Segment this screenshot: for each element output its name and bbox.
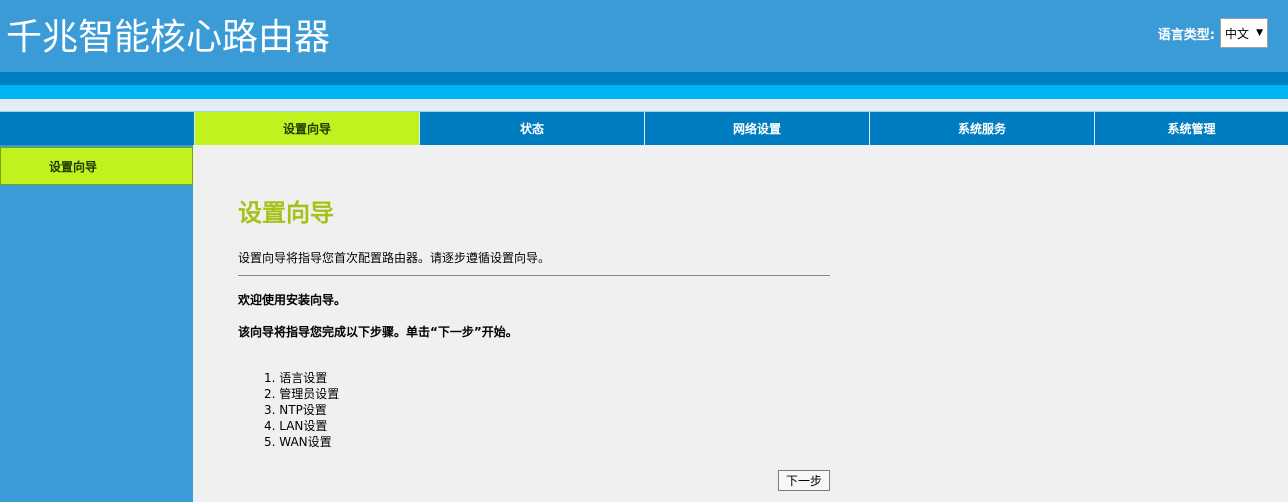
- tab-label: 系统服务: [957, 122, 1006, 136]
- app-title: 千兆智能核心路由器: [6, 17, 331, 58]
- tab-setup-wizard[interactable]: 设置向导: [194, 112, 419, 145]
- language-selector-group: 语言类型: 中文 ▼: [1158, 18, 1268, 48]
- language-select[interactable]: 中文 ▼: [1220, 18, 1268, 48]
- tab-label: 状态: [519, 122, 544, 136]
- sidebar: 设置向导: [0, 145, 193, 502]
- sidebar-item-setup-wizard[interactable]: 设置向导: [0, 147, 193, 185]
- list-item: 3. NTP设置: [264, 403, 327, 417]
- next-button[interactable]: 下一步: [778, 470, 830, 491]
- header-band-light: [0, 85, 1288, 99]
- tab-status[interactable]: 状态: [419, 112, 644, 145]
- header-band-dark: [0, 72, 1288, 85]
- list-item: 5. WAN设置: [264, 435, 332, 449]
- chevron-down-icon: ▼: [1256, 28, 1263, 38]
- tab-system-management[interactable]: 系统管理: [1094, 112, 1288, 145]
- guide-text: 该向导将指导您完成以下步骤。单击“下一步”开始。: [238, 325, 518, 339]
- header: 千兆智能核心路由器 语言类型: 中文 ▼: [0, 0, 1288, 72]
- tab-label: 设置向导: [282, 122, 331, 136]
- welcome-text: 欢迎使用安装向导。: [238, 293, 347, 307]
- main-nav: 设置向导 状态 网络设置 系统服务 系统管理: [0, 111, 1288, 145]
- sidebar-item-label: 设置向导: [49, 159, 98, 174]
- header-band-pale: [0, 99, 1288, 111]
- divider: [238, 275, 830, 276]
- tab-label: 系统管理: [1167, 122, 1216, 136]
- page-description: 设置向导将指导您首次配置路由器。请逐步遵循设置向导。: [238, 251, 551, 265]
- list-item: 2. 管理员设置: [264, 387, 340, 401]
- tab-system-services[interactable]: 系统服务: [869, 112, 1094, 145]
- tab-label: 网络设置: [732, 122, 781, 136]
- page-title: 设置向导: [238, 199, 334, 227]
- steps-list: 1. 语言设置 2. 管理员设置 3. NTP设置 4. LAN设置 5. WA…: [264, 370, 339, 450]
- main-content: 设置向导 设置向导将指导您首次配置路由器。请逐步遵循设置向导。 欢迎使用安装向导…: [193, 145, 1288, 502]
- tab-network-settings[interactable]: 网络设置: [644, 112, 869, 145]
- language-label: 语言类型:: [1157, 27, 1215, 43]
- list-item: 4. LAN设置: [264, 419, 328, 433]
- language-selected-value: 中文: [1225, 26, 1250, 41]
- list-item: 1. 语言设置: [264, 371, 328, 385]
